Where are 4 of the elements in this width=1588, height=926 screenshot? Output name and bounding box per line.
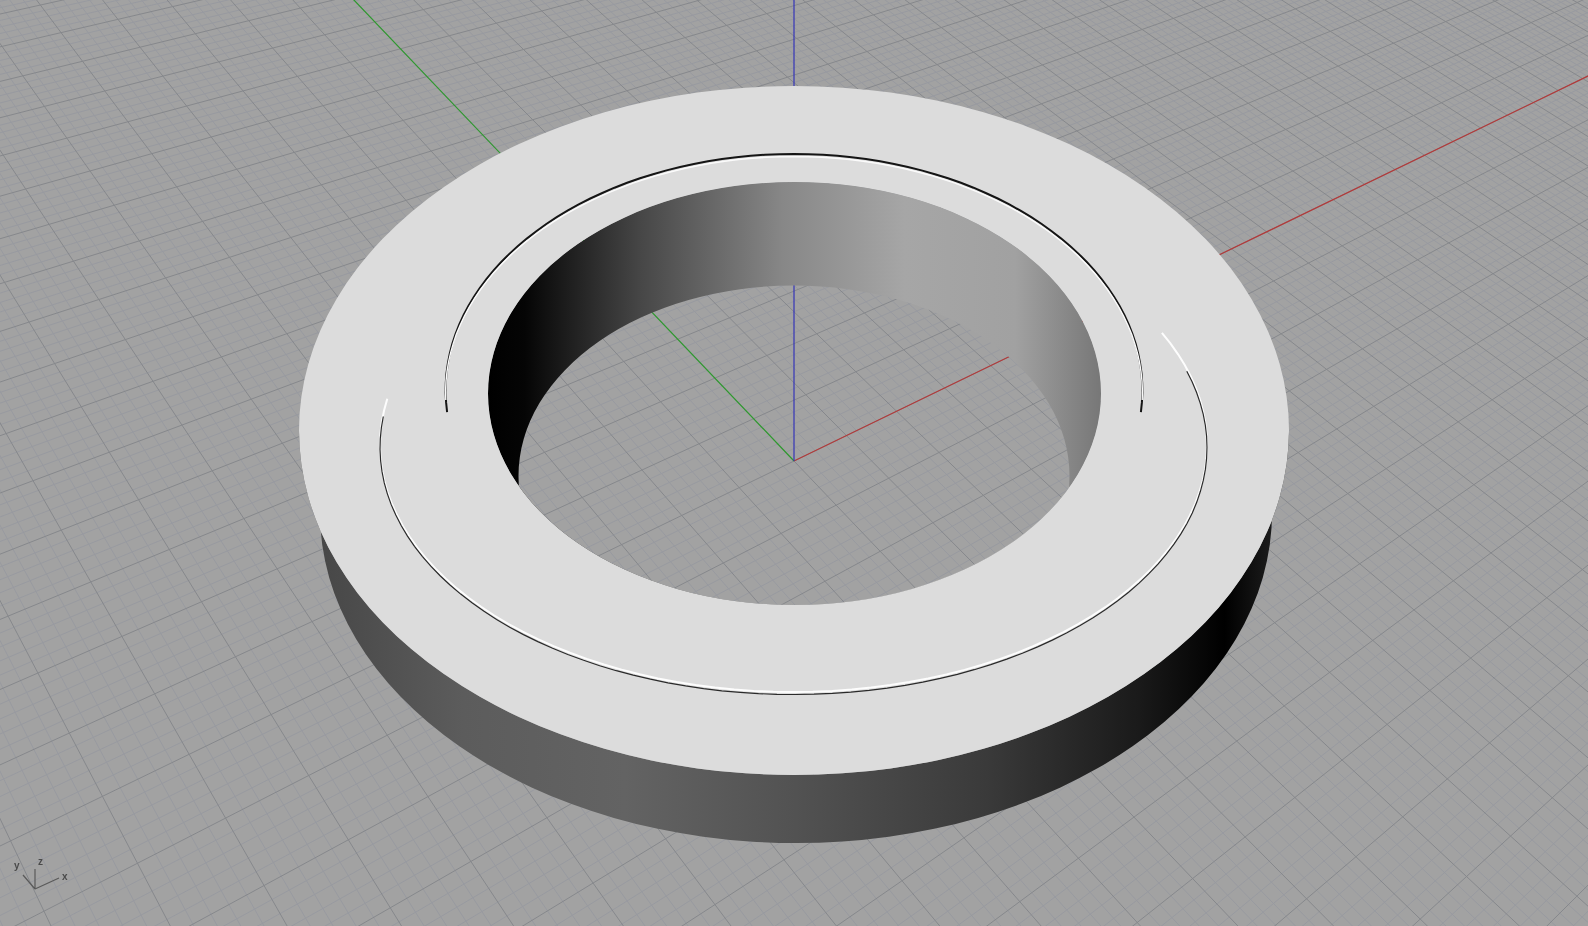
axis-label: y [14,861,20,871]
axis-triad-icon [22,868,60,890]
axis-label: x [62,872,68,882]
axis-label: z [38,857,43,867]
